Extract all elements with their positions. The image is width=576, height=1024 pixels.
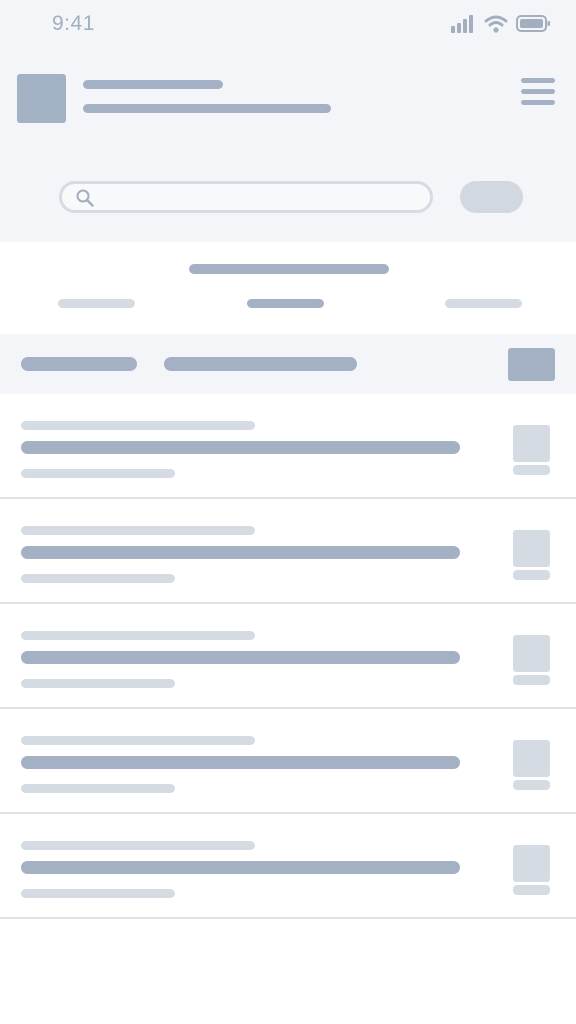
item-subtitle-placeholder <box>21 784 175 793</box>
list-item[interactable] <box>0 394 576 499</box>
item-thumbnail-caption <box>513 675 550 685</box>
item-meta-placeholder <box>21 841 255 850</box>
item-title-placeholder <box>21 861 460 874</box>
item-meta-placeholder <box>21 421 255 430</box>
tab-1[interactable] <box>58 299 135 308</box>
section-title-placeholder <box>189 264 389 274</box>
item-meta-placeholder <box>21 631 255 640</box>
item-thumbnail <box>513 530 550 567</box>
battery-icon <box>516 15 550 32</box>
tab-3[interactable] <box>445 299 522 308</box>
item-thumbnail <box>513 425 550 462</box>
item-thumbnail-caption <box>513 885 550 895</box>
item-subtitle-placeholder <box>21 889 175 898</box>
tab-2-active[interactable] <box>247 299 324 308</box>
title-placeholder <box>83 80 223 89</box>
filter-chip-2[interactable] <box>164 357 357 371</box>
search-button[interactable] <box>460 181 523 213</box>
filter-action-button[interactable] <box>508 348 555 381</box>
item-thumbnail-caption <box>513 570 550 580</box>
item-thumbnail-caption <box>513 780 550 790</box>
item-thumbnail-caption <box>513 465 550 475</box>
item-subtitle-placeholder <box>21 679 175 688</box>
item-title-placeholder <box>21 756 460 769</box>
item-thumbnail <box>513 635 550 672</box>
wifi-icon <box>484 15 508 33</box>
list-item[interactable] <box>0 604 576 709</box>
header-area: 9:41 <box>0 0 576 242</box>
item-meta-placeholder <box>21 526 255 535</box>
item-thumbnail <box>513 845 550 882</box>
item-title-placeholder <box>21 441 460 454</box>
filter-chip-1[interactable] <box>21 357 137 371</box>
item-thumbnail <box>513 740 550 777</box>
item-meta-placeholder <box>21 736 255 745</box>
subtitle-placeholder <box>83 104 331 113</box>
item-subtitle-placeholder <box>21 574 175 583</box>
list-item[interactable] <box>0 814 576 919</box>
item-list <box>0 394 576 919</box>
item-title-placeholder <box>21 651 460 664</box>
menu-icon[interactable] <box>521 78 555 105</box>
search-input[interactable] <box>59 181 433 213</box>
list-item[interactable] <box>0 709 576 814</box>
signal-icon <box>451 15 477 33</box>
logo-placeholder <box>17 74 66 123</box>
status-time: 9:41 <box>52 12 95 35</box>
item-subtitle-placeholder <box>21 469 175 478</box>
list-item[interactable] <box>0 499 576 604</box>
item-title-placeholder <box>21 546 460 559</box>
search-icon <box>76 189 94 207</box>
